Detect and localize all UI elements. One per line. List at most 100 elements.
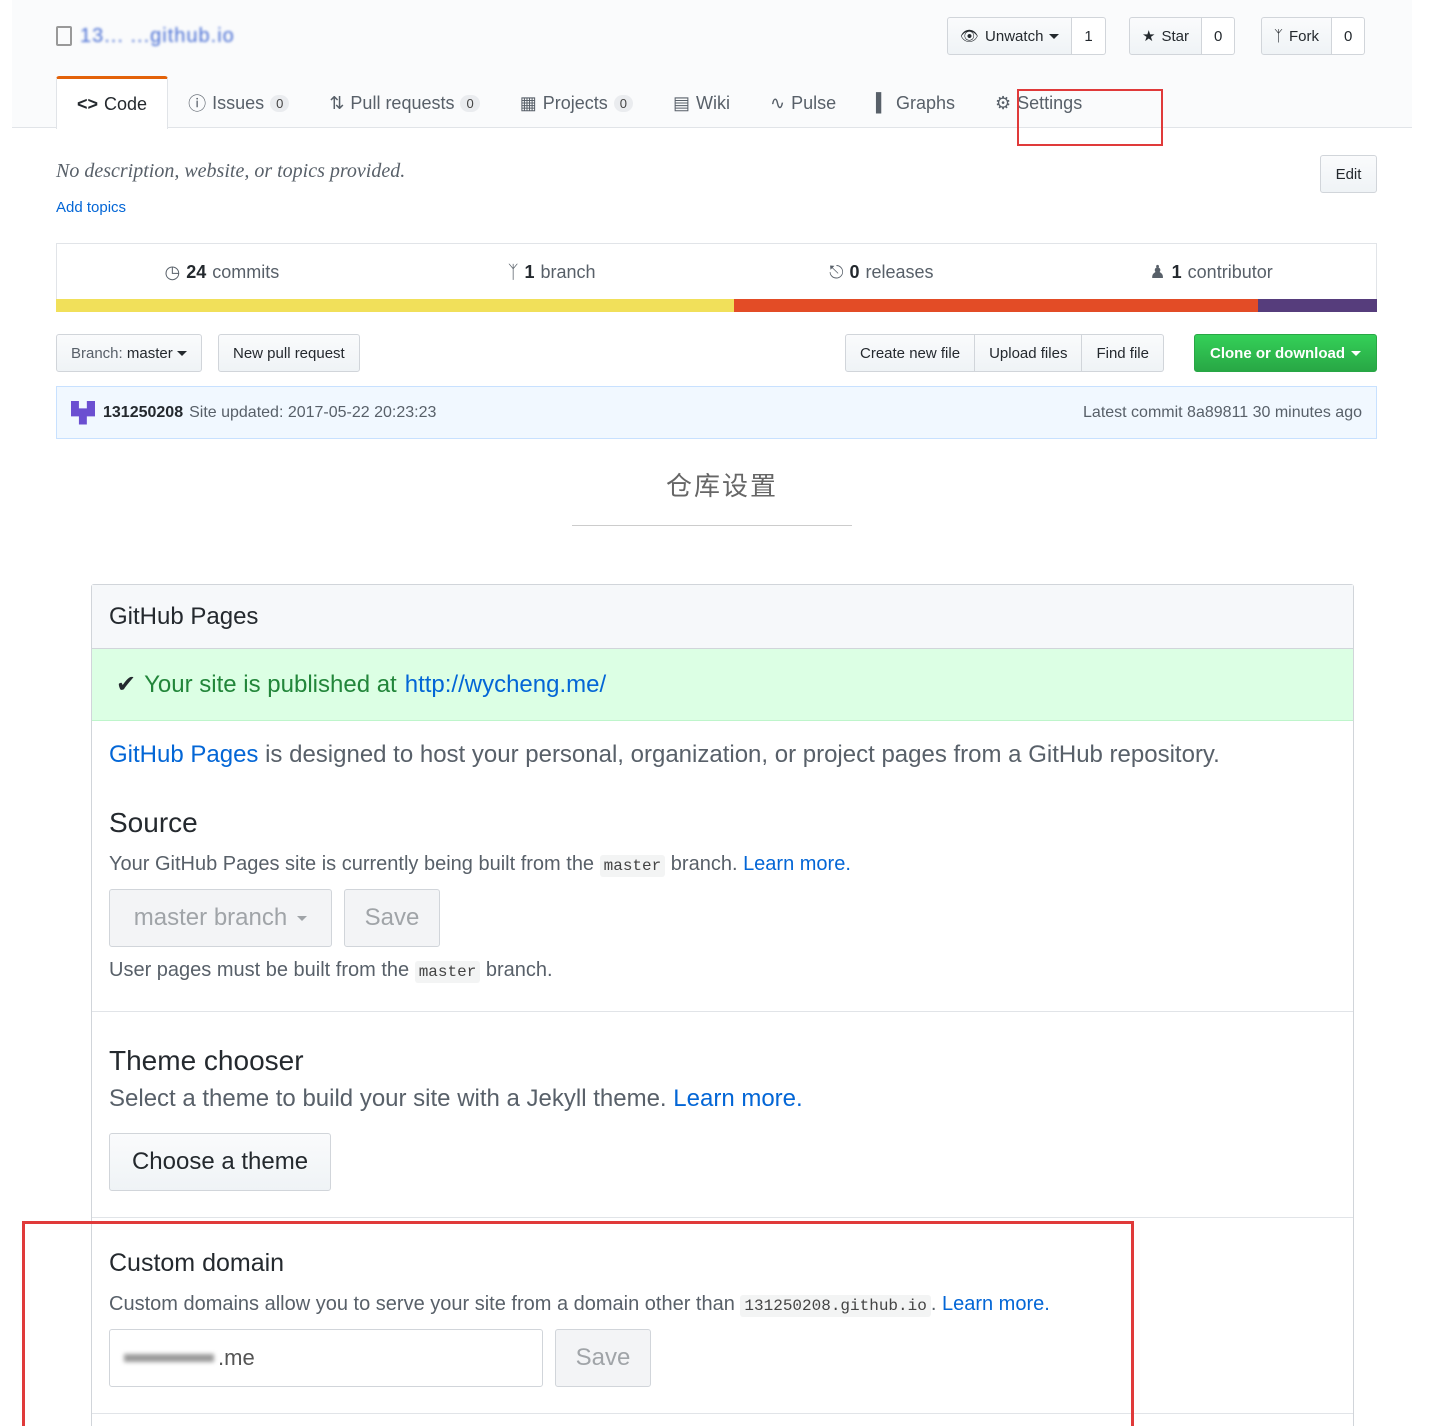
create-new-file-button[interactable]: Create new file <box>845 334 976 372</box>
clone-or-download-button[interactable]: Clone or download <box>1194 334 1377 372</box>
file-actions: Create new file Upload files Find file <box>845 334 1164 372</box>
branch-count: 1 <box>524 262 535 282</box>
issues-counter: 0 <box>270 94 290 112</box>
edit-button[interactable]: Edit <box>1320 155 1377 193</box>
source-note-post: branch. <box>665 853 744 875</box>
clone-label: Clone or download <box>1210 344 1345 362</box>
star-button[interactable]: ★ Star <box>1129 17 1202 55</box>
tab-projects[interactable]: ▦ Projects 0 <box>500 77 653 129</box>
intro-text: is designed to host your personal, organ… <box>258 741 1220 768</box>
custom-domain-highlight-box <box>22 1221 1134 1426</box>
fork-button[interactable]: ᛉ Fork <box>1261 17 1333 55</box>
settings-highlight-box <box>1017 89 1163 146</box>
projects-counter: 0 <box>613 94 633 112</box>
tab-label: Graphs <box>895 92 956 113</box>
source-select-label: master branch <box>133 904 288 931</box>
tab-pull-requests[interactable]: ⇅ Pull requests 0 <box>309 77 499 129</box>
tab-label: Code <box>104 93 148 114</box>
source-code: master <box>599 855 666 877</box>
tab-code[interactable]: <> Code <box>56 76 169 129</box>
source-heading: Source <box>109 807 198 838</box>
source-save-button[interactable]: Save <box>344 889 440 947</box>
source-learn-more-link[interactable]: Learn more. <box>743 853 851 875</box>
history-icon: ◷ <box>164 262 181 282</box>
pull-request-icon: ⇅ <box>329 92 345 113</box>
add-topics-link[interactable]: Add topics <box>56 199 126 216</box>
branch-select-value: master <box>126 344 173 362</box>
source-note: Your GitHub Pages site is currently bein… <box>109 853 851 877</box>
issue-icon: ⓘ <box>188 94 207 114</box>
fork-group: ᛉ Fork 0 <box>1261 17 1366 55</box>
image-caption: 仓库设置 <box>665 471 778 501</box>
commit-message[interactable]: Site updated: 2017-05-22 20:23:23 <box>189 404 436 422</box>
star-count[interactable]: 0 <box>1201 17 1236 55</box>
upload-files-button[interactable]: Upload files <box>975 334 1083 372</box>
branch-select[interactable]: Branch: master <box>56 334 202 372</box>
published-url-link[interactable]: http://wycheng.me/ <box>405 671 606 699</box>
new-pull-request-button[interactable]: New pull request <box>218 334 360 372</box>
watch-count[interactable]: 1 <box>1072 17 1106 55</box>
repo-icon <box>56 26 72 46</box>
branches-link[interactable]: ᛉ 1 branch <box>387 244 717 301</box>
commit-author[interactable]: 131250208 <box>103 404 183 422</box>
repo-summary: ◷ 24 commits ᛉ 1 branch ⎋ 0 releases ♟ 1… <box>56 243 1377 301</box>
code-icon: <> <box>77 93 99 114</box>
gear-icon: ⚙ <box>995 92 1012 113</box>
chevron-down-icon <box>1351 350 1361 356</box>
github-pages-link[interactable]: GitHub Pages <box>109 741 258 768</box>
theme-note-text: Select a theme to build your site with a… <box>109 1085 674 1112</box>
commits-link[interactable]: ◷ 24 commits <box>57 244 387 301</box>
choose-theme-button[interactable]: Choose a theme <box>109 1133 331 1191</box>
section-divider <box>92 1011 1353 1012</box>
star-label: Star <box>1161 27 1189 45</box>
section-divider <box>92 1217 1353 1218</box>
published-flash: ✔ Your site is published at http://wyche… <box>92 649 1353 721</box>
repo-title: 13... ...github.io <box>56 22 235 50</box>
theme-note: Select a theme to build your site with a… <box>109 1085 803 1113</box>
branch-icon: ᛉ <box>507 262 519 282</box>
releases-link[interactable]: ⎋ 0 releases <box>717 244 1047 301</box>
language-segment[interactable] <box>56 299 734 312</box>
commit-latest[interactable]: Latest commit 8a89811 30 minutes ago <box>1083 404 1362 422</box>
commits-label: commits <box>212 262 280 282</box>
branch-select-prefix: Branch: <box>71 344 123 362</box>
contributors-link[interactable]: ♟ 1 contributor <box>1046 244 1376 301</box>
source-branch-select[interactable]: master branch <box>109 889 332 947</box>
unwatch-button[interactable]: 👁 Unwatch <box>947 17 1073 55</box>
chevron-down-icon <box>1049 33 1060 39</box>
tab-label: Pulse <box>791 92 837 113</box>
pulse-icon: ∿ <box>770 92 786 113</box>
language-bar[interactable] <box>56 299 1377 312</box>
releases-label: releases <box>865 262 934 282</box>
theme-learn-more-link[interactable]: Learn more. <box>673 1085 802 1112</box>
repo-name-link[interactable]: 13... ...github.io <box>80 25 235 48</box>
tab-wiki[interactable]: ▤ Wiki <box>653 77 750 129</box>
tab-label: Issues <box>212 92 265 113</box>
panel-title: GitHub Pages <box>92 585 1353 649</box>
source-hint-post: branch. <box>480 959 553 981</box>
unwatch-label: Unwatch <box>985 27 1044 45</box>
avatar[interactable] <box>71 400 95 425</box>
graph-icon: ▍ <box>876 92 890 113</box>
tab-label: Pull requests <box>350 92 455 113</box>
source-hint-code: master <box>414 961 481 983</box>
fork-count[interactable]: 0 <box>1332 17 1366 55</box>
language-segment[interactable] <box>1258 299 1377 312</box>
repo-description: No description, website, or topics provi… <box>56 160 406 182</box>
find-file-button[interactable]: Find file <box>1082 334 1164 372</box>
fork-icon: ᛉ <box>1274 27 1284 45</box>
tab-label: Wiki <box>696 92 731 113</box>
source-hint-text: User pages must be built from the <box>109 959 415 981</box>
tab-pulse[interactable]: ∿ Pulse <box>750 77 856 129</box>
chevron-down-icon <box>297 915 308 921</box>
language-segment[interactable] <box>733 299 1259 312</box>
contributor-count: 1 <box>1171 262 1182 282</box>
tab-graphs[interactable]: ▍ Graphs <box>856 77 975 129</box>
commits-count: 24 <box>186 262 207 282</box>
star-icon: ★ <box>1142 28 1156 45</box>
tab-issues[interactable]: ⓘ Issues 0 <box>168 77 309 129</box>
book-icon: ▤ <box>673 92 691 113</box>
repo-tabs: <> Code ⓘ Issues 0 ⇅ Pull requests 0 ▦ P… <box>56 76 1102 129</box>
fork-label: Fork <box>1289 27 1320 45</box>
source-hint: User pages must be built from the master… <box>109 959 553 983</box>
